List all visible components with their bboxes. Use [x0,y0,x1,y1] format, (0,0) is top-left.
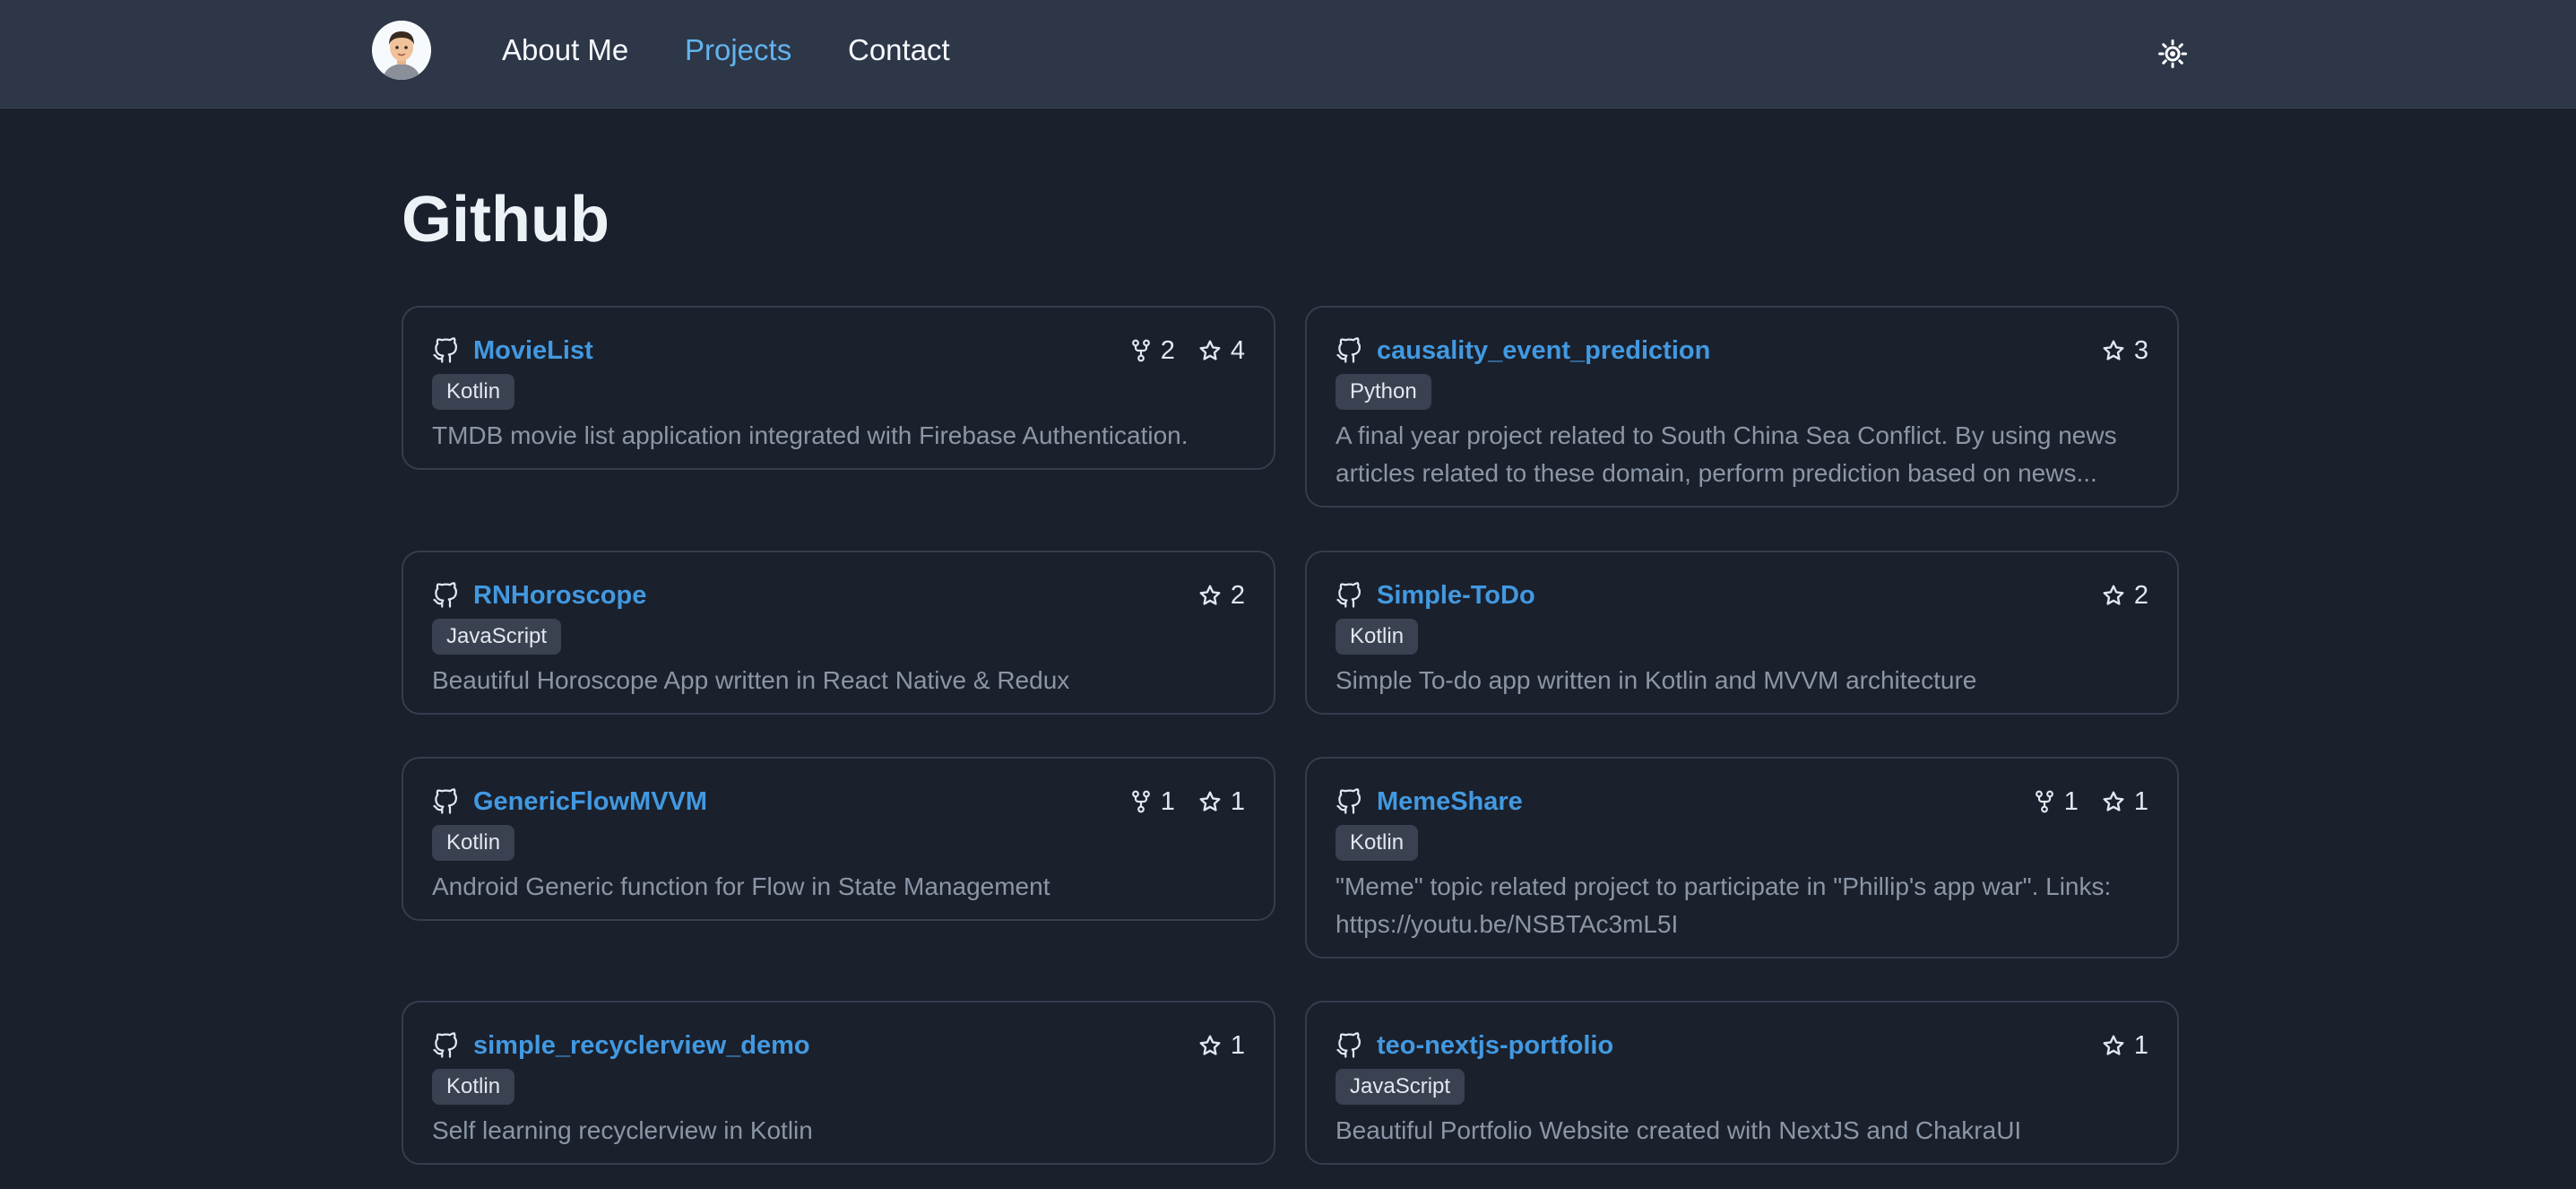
language-badge: Kotlin [1336,825,1419,861]
avatar-icon [372,21,431,80]
star-icon [1199,791,1221,811]
repo-name-link[interactable]: teo-nextjs-portfolio [1377,1028,1613,1063]
star-count-value: 2 [1230,580,1245,610]
language-badge: Kotlin [432,374,515,410]
section-title: Github [402,184,609,256]
fork-count: 1 [2034,787,2079,817]
repo-name-link[interactable]: causality_event_prediction [1377,333,1710,369]
repo-card-rnhoroscope[interactable]: RNHoroscope 2 JavaScript Beautiful Horos… [402,551,1275,715]
star-icon [1199,1035,1221,1055]
language-badge: JavaScript [1336,1069,1465,1105]
star-count-value: 3 [2133,335,2148,365]
star-icon [2103,791,2124,811]
repo-description: Beautiful Horoscope App written in React… [432,666,1070,694]
star-icon [2103,340,2124,360]
fork-icon [1131,790,1150,813]
star-count-value: 4 [1230,335,1245,365]
star-icon [1199,585,1221,605]
github-icon [1336,1032,1361,1058]
language-badge: Python [1336,374,1431,410]
star-icon [1199,340,1221,360]
fork-icon [1131,339,1150,362]
star-count: 1 [2102,787,2148,817]
repo-description: A final year project related to South Ch… [1336,421,2117,487]
repo-name-link[interactable]: GenericFlowMVVM [473,784,707,820]
star-count: 2 [1198,581,1245,611]
star-count-value: 2 [2133,580,2148,610]
star-icon [2103,1035,2124,1055]
star-count-value: 1 [2133,786,2148,816]
repo-name-link[interactable]: MemeShare [1377,784,1523,820]
star-count: 2 [2102,581,2148,611]
repo-card-genericflowmvvm[interactable]: GenericFlowMVVM 1 1 Kotlin Android Gener… [402,757,1275,921]
nav-about-me[interactable]: About Me [502,32,628,68]
repo-card-causality-event-prediction[interactable]: causality_event_prediction 3 Python A fi… [1305,306,2179,508]
github-icon [433,1032,457,1058]
language-badge: Kotlin [432,825,515,861]
repo-name-link[interactable]: MovieList [473,333,593,369]
repo-card-simple-todo[interactable]: Simple-ToDo 2 Kotlin Simple To-do app wr… [1305,551,2179,715]
theme-toggle-button[interactable] [2153,34,2192,74]
avatar[interactable] [372,21,431,80]
fork-count: 2 [1130,336,1175,366]
nav-projects[interactable]: Projects [685,32,791,68]
sun-icon [2158,39,2187,68]
repo-description: Self learning recyclerview in Kotlin [432,1116,813,1144]
language-badge: Kotlin [1336,619,1419,655]
fork-count-value: 1 [1160,786,1175,816]
repo-card-simple-recyclerview-demo[interactable]: simple_recyclerview_demo 1 Kotlin Self l… [402,1001,1275,1165]
repo-name-link[interactable]: Simple-ToDo [1377,577,1535,613]
star-count: 1 [1198,1031,1245,1061]
repo-card-movielist[interactable]: MovieList 2 4 Kotlin TMDB movie list app… [402,306,1275,470]
fork-count-value: 2 [1160,335,1175,365]
github-icon [1336,788,1361,814]
repo-card-memeshare[interactable]: MemeShare 1 1 Kotlin "Meme" topic relate… [1305,757,2179,959]
github-icon [433,582,457,608]
fork-icon [2035,790,2053,813]
repo-description: TMDB movie list application integrated w… [432,421,1189,449]
github-icon [433,788,457,814]
repo-description: Simple To-do app written in Kotlin and M… [1336,666,1977,694]
nav-contact[interactable]: Contact [848,32,950,68]
star-count-value: 1 [1230,786,1245,816]
github-icon [1336,582,1361,608]
top-navbar: About Me Projects Contact [0,0,2576,108]
star-count-value: 1 [2133,1030,2148,1060]
repo-description: Beautiful Portfolio Website created with… [1336,1116,2022,1144]
repo-card-teo-nextjs-portfolio[interactable]: teo-nextjs-portfolio 1 JavaScript Beauti… [1305,1001,2179,1165]
star-count: 3 [2102,336,2148,366]
fork-count-value: 1 [2063,786,2079,816]
star-icon [2103,585,2124,605]
repo-description: Android Generic function for Flow in Sta… [432,872,1050,900]
repo-description: "Meme" topic related project to particip… [1336,872,2112,938]
github-icon [433,337,457,363]
language-badge: JavaScript [432,619,562,655]
github-icon [1336,337,1361,363]
star-count: 1 [2102,1031,2148,1061]
language-badge: Kotlin [432,1069,515,1105]
repo-name-link[interactable]: simple_recyclerview_demo [473,1028,810,1063]
star-count: 4 [1198,336,1245,366]
repo-name-link[interactable]: RNHoroscope [473,577,646,613]
star-count-value: 1 [1230,1030,1245,1060]
fork-count: 1 [1130,787,1175,817]
star-count: 1 [1198,787,1245,817]
